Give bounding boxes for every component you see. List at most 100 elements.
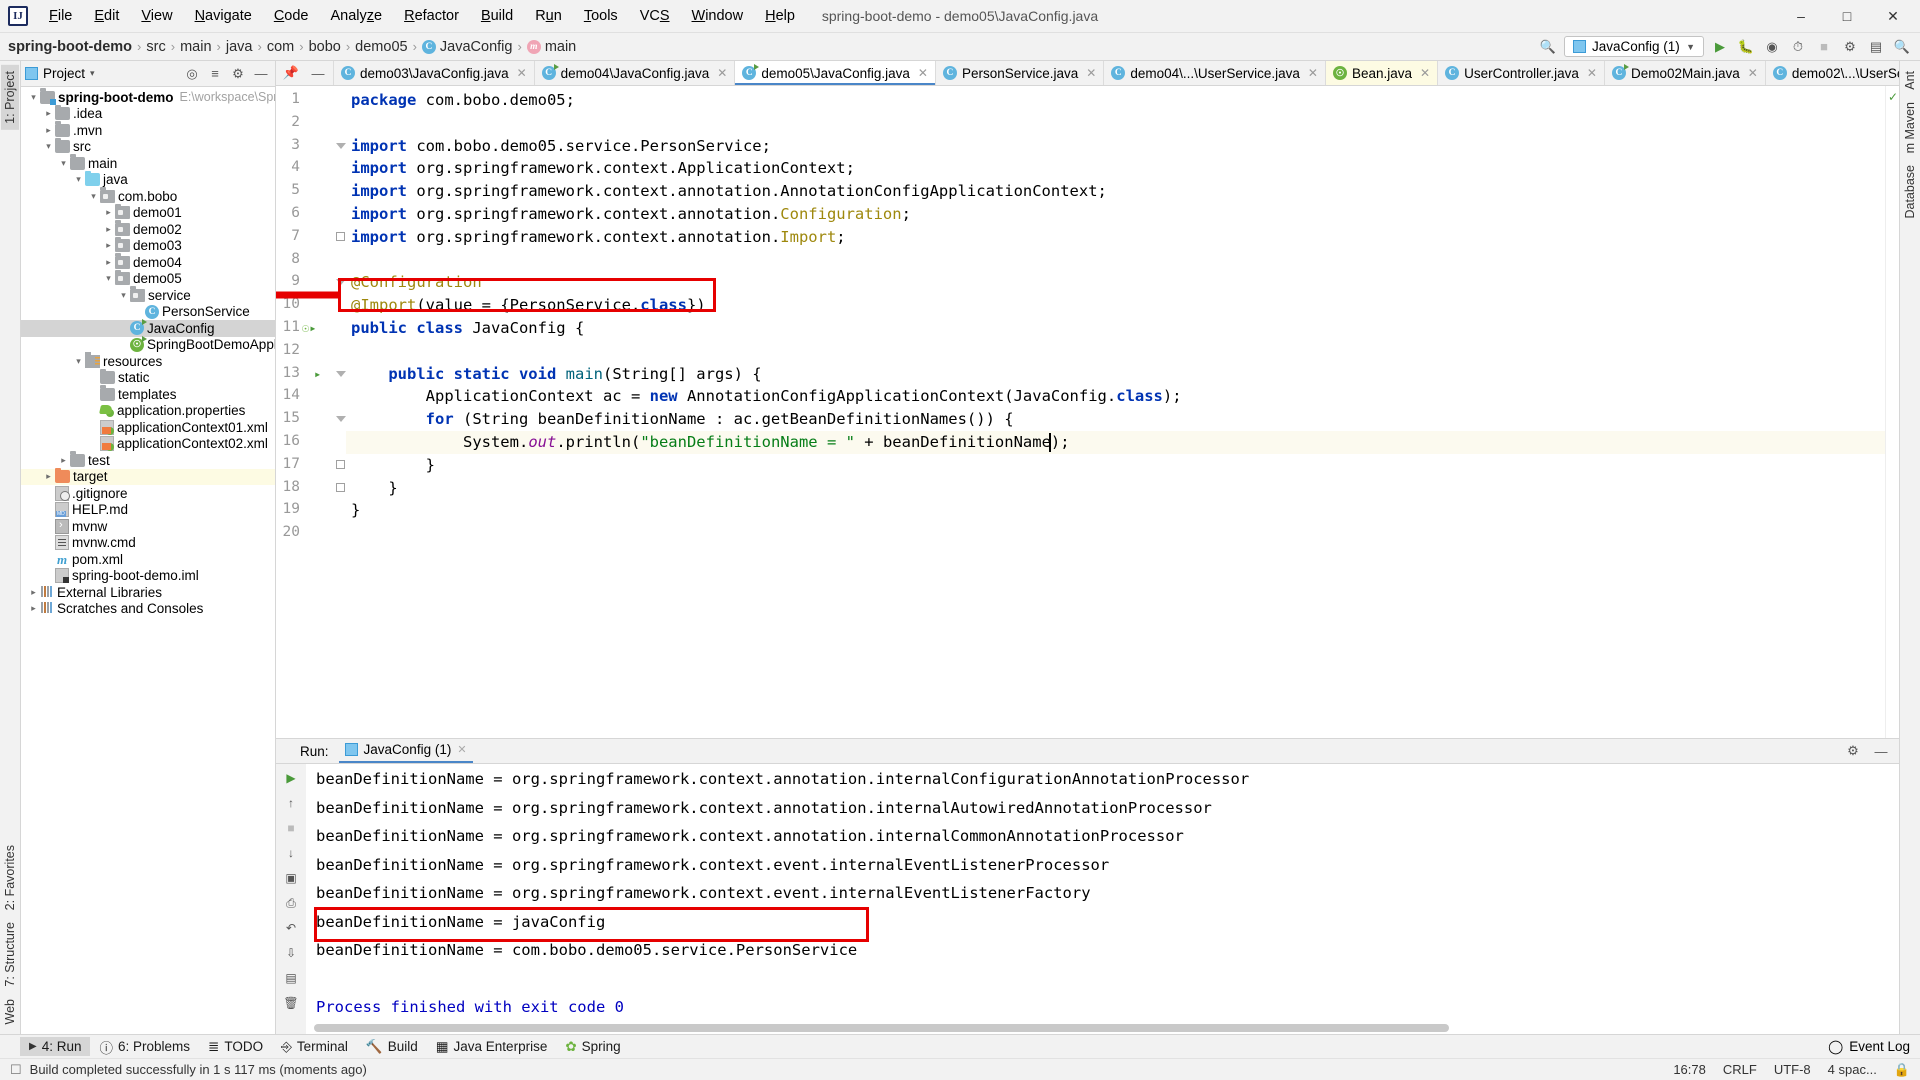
chevron-down-icon[interactable]: ▾: [90, 68, 95, 79]
tree-node[interactable]: spring-boot-demo.iml: [21, 568, 275, 585]
editor-tab[interactable]: CUserController.java✕: [1438, 61, 1605, 85]
line-separator[interactable]: CRLF: [1723, 1062, 1757, 1077]
console-horizontal-scrollbar[interactable]: [314, 1024, 1891, 1032]
menu-navigate[interactable]: Navigate: [184, 3, 263, 29]
chevron-right-icon[interactable]: ▸: [27, 587, 40, 598]
search-everywhere-icon[interactable]: 🔍: [1892, 37, 1912, 57]
project-tree[interactable]: ▾spring-boot-demoE:\workspace\SpringClou…: [21, 87, 275, 1034]
code-folding-marker[interactable]: [336, 232, 345, 241]
search-icon[interactable]: 🔍: [1538, 37, 1558, 57]
rail-tab-web[interactable]: Web: [1, 993, 19, 1030]
menu-analyze[interactable]: Analyze: [320, 3, 394, 29]
editor-gutter[interactable]: 1234567891011☉▸1213▸14151617181920: [276, 86, 346, 738]
close-icon[interactable]: ✕: [457, 743, 466, 756]
chevron-right-icon[interactable]: ▸: [102, 257, 115, 268]
collapse-all-icon[interactable]: ≡: [205, 64, 225, 84]
export-icon[interactable]: ⇩: [282, 944, 300, 962]
editor-tab-bar[interactable]: 📌 — Cdemo03\JavaConfig.java✕Cdemo04\Java…: [276, 61, 1899, 86]
chevron-right-icon[interactable]: ▸: [57, 455, 70, 466]
menu-help[interactable]: Help: [754, 3, 806, 29]
error-stripe-marker[interactable]: ✓: [1885, 86, 1899, 738]
tree-node[interactable]: mvnw: [21, 518, 275, 535]
chevron-down-icon[interactable]: ▾: [27, 92, 40, 103]
editor-tab[interactable]: Cdemo02\...\UserService.✕: [1766, 61, 1899, 85]
close-icon[interactable]: ✕: [517, 66, 527, 80]
tree-node[interactable]: templates: [21, 386, 275, 403]
tree-node[interactable]: ▸.mvn: [21, 122, 275, 139]
tree-node[interactable]: ▸demo01: [21, 205, 275, 222]
menu-run[interactable]: Run: [524, 3, 573, 29]
menu-code[interactable]: Code: [263, 3, 320, 29]
breadcrumb-item-com[interactable]: com: [267, 39, 294, 55]
chevron-down-icon[interactable]: ▾: [42, 141, 55, 152]
trash-icon[interactable]: 🗑: [282, 994, 300, 1012]
camera-icon[interactable]: ▣: [282, 869, 300, 887]
gear-icon[interactable]: ⚙: [1843, 741, 1863, 761]
tree-node[interactable]: HELP.md: [21, 502, 275, 519]
run-tab-javaconfig[interactable]: JavaConfig (1) ✕: [339, 739, 473, 763]
code-folding-marker[interactable]: [336, 460, 345, 469]
locate-icon[interactable]: ◎: [182, 64, 202, 84]
maximize-button[interactable]: □: [1824, 1, 1870, 32]
toolstrip-item-spring[interactable]: ✿ Spring: [556, 1037, 629, 1057]
menu-view[interactable]: View: [130, 3, 183, 29]
event-log-label[interactable]: Event Log: [1849, 1039, 1910, 1054]
rail-tab-project[interactable]: 1: Project: [1, 65, 19, 130]
close-icon[interactable]: ✕: [918, 66, 928, 80]
editor-tab[interactable]: Cdemo03\JavaConfig.java✕: [334, 61, 535, 85]
indent-setting[interactable]: 4 spac...: [1828, 1062, 1877, 1077]
lock-icon[interactable]: 🔒: [1894, 1062, 1910, 1078]
tree-node[interactable]: applicationContext01.xml: [21, 419, 275, 436]
tree-node[interactable]: ▾service: [21, 287, 275, 304]
code-folding-marker[interactable]: [336, 416, 346, 422]
caret-position[interactable]: 16:78: [1673, 1062, 1706, 1077]
breadcrumb-item-java[interactable]: java: [226, 39, 253, 55]
tree-node[interactable]: ▾main: [21, 155, 275, 172]
tree-node[interactable]: ▸External Libraries: [21, 584, 275, 601]
editor-tab[interactable]: Cdemo04\JavaConfig.java✕: [535, 61, 736, 85]
code-folding-marker[interactable]: [336, 279, 346, 285]
chevron-down-icon[interactable]: ▾: [102, 273, 115, 284]
chevron-right-icon[interactable]: ▸: [27, 603, 40, 614]
menu-tools[interactable]: Tools: [573, 3, 629, 29]
clear-all-icon[interactable]: ▤: [282, 969, 300, 987]
stop-button[interactable]: ■: [1814, 37, 1834, 57]
tree-node[interactable]: static: [21, 370, 275, 387]
layout-icon[interactable]: ▤: [1866, 37, 1886, 57]
scroll-down-icon[interactable]: ↓: [282, 844, 300, 862]
chevron-down-icon[interactable]: ▾: [72, 356, 85, 367]
gear-icon[interactable]: ⚙: [1840, 37, 1860, 57]
minimize-icon[interactable]: —: [308, 63, 328, 83]
tree-node[interactable]: ▾resources: [21, 353, 275, 370]
soft-wrap-icon[interactable]: ↶: [282, 919, 300, 937]
toolstrip-item-todo[interactable]: ≣ TODO: [199, 1037, 272, 1057]
menu-build[interactable]: Build: [470, 3, 524, 29]
editor-tab[interactable]: Cdemo05\JavaConfig.java✕: [735, 61, 936, 85]
stop-icon[interactable]: ■: [282, 819, 300, 837]
chevron-right-icon[interactable]: ▸: [42, 471, 55, 482]
code-folding-marker[interactable]: [336, 143, 346, 149]
minimize-icon[interactable]: —: [251, 64, 271, 84]
settings-icon[interactable]: ⚙: [228, 64, 248, 84]
minimize-icon[interactable]: —: [1871, 741, 1891, 761]
chevron-down-icon[interactable]: ▾: [87, 191, 100, 202]
toolstrip-item-run[interactable]: ▶ 4: Run: [20, 1037, 90, 1056]
code-folding-marker[interactable]: [336, 483, 345, 492]
breadcrumb-item-project[interactable]: spring-boot-demo: [8, 39, 132, 55]
menu-file[interactable]: File: [38, 3, 83, 29]
tree-node[interactable]: ▾com.bobo: [21, 188, 275, 205]
tree-node[interactable]: ▾demo05: [21, 271, 275, 288]
toolstrip-item-build[interactable]: 🔨 Build: [357, 1037, 427, 1057]
run-gutter-icon[interactable]: ☉▸: [302, 321, 316, 335]
menu-window[interactable]: Window: [681, 3, 755, 29]
tree-node[interactable]: CJavaConfig: [21, 320, 275, 337]
debug-button[interactable]: 🐛: [1736, 37, 1756, 57]
run-configuration-selector[interactable]: JavaConfig (1) ▼: [1564, 36, 1704, 57]
chevron-right-icon[interactable]: ▸: [102, 224, 115, 235]
print-icon[interactable]: ⎙: [282, 894, 300, 912]
console-output[interactable]: beanDefinitionName = org.springframework…: [306, 764, 1899, 1034]
breadcrumb-item-bobo[interactable]: bobo: [309, 39, 341, 55]
close-icon[interactable]: ✕: [1587, 66, 1597, 80]
breadcrumb-item-main[interactable]: main: [180, 39, 211, 55]
tree-node[interactable]: mvnw.cmd: [21, 535, 275, 552]
